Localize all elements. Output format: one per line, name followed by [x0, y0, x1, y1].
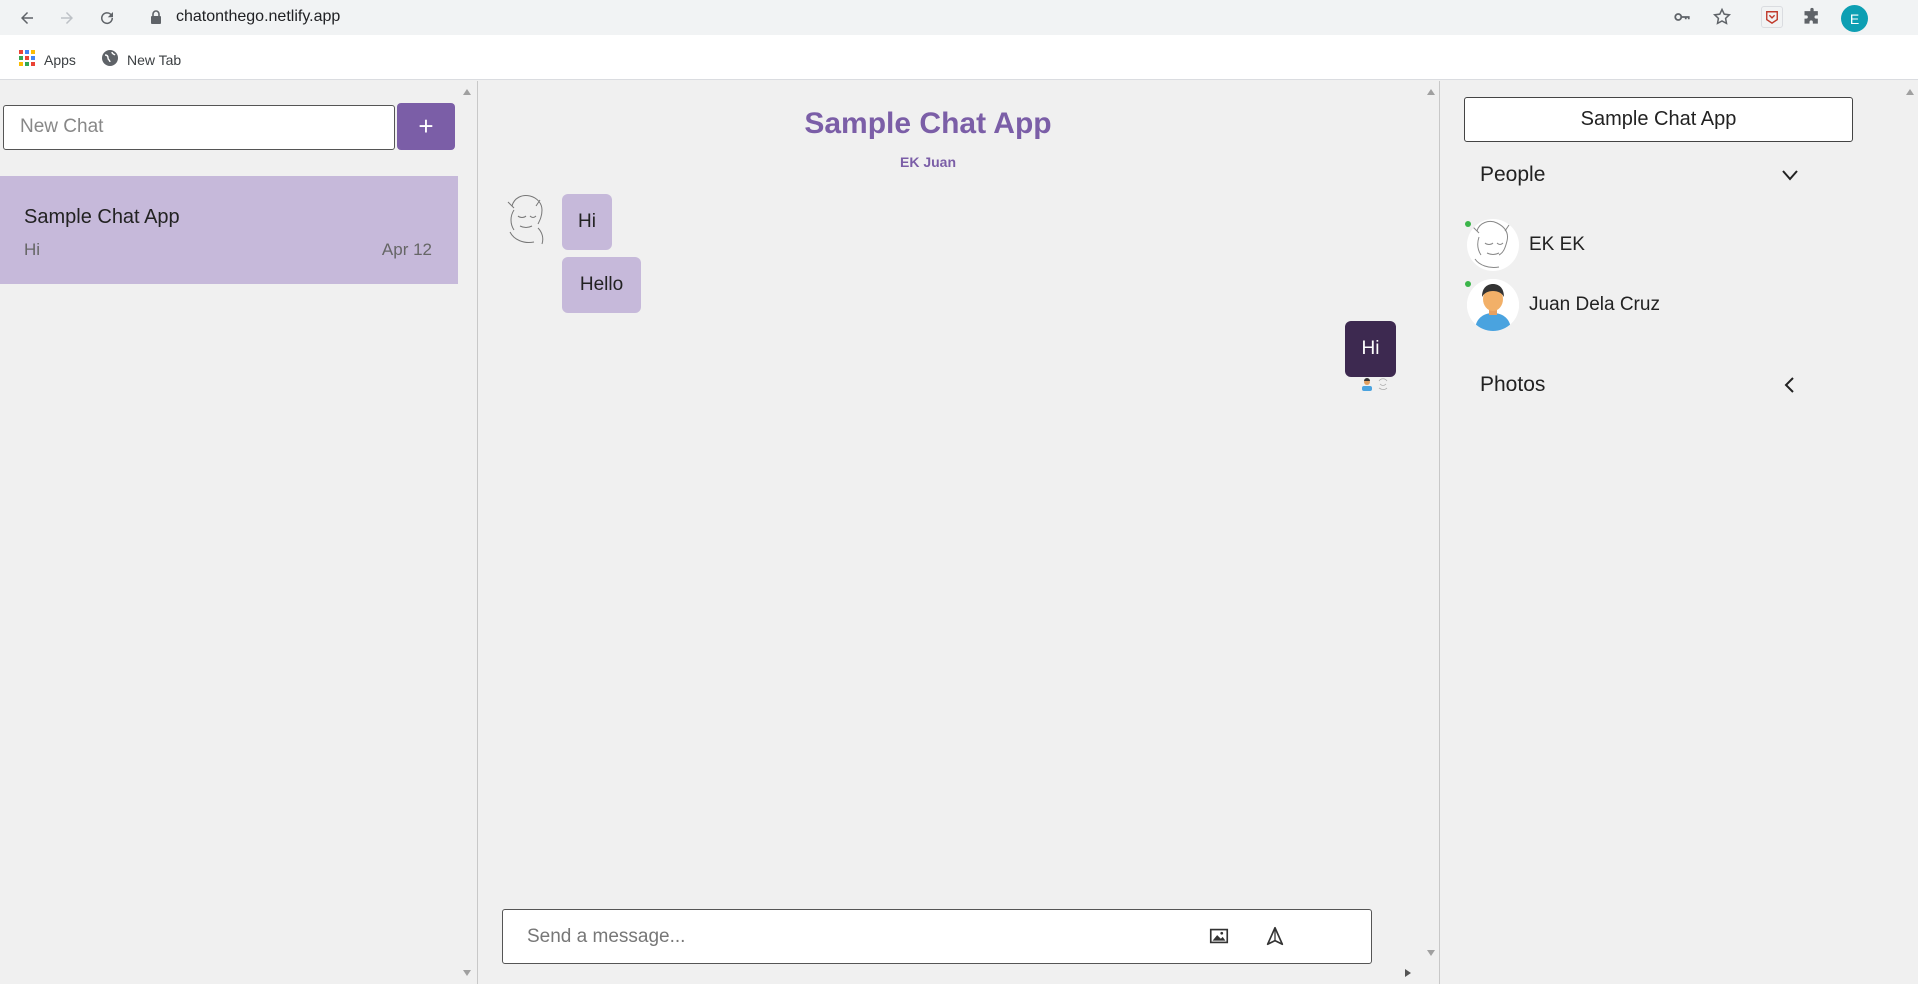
profile-avatar[interactable]: E: [1841, 5, 1868, 32]
person-row: EK EK: [1465, 219, 1585, 271]
back-icon[interactable]: [15, 6, 39, 30]
create-chat-button[interactable]: +: [397, 103, 455, 150]
bookmark-new-tab[interactable]: New Tab: [101, 49, 181, 70]
chat-settings-panel: Sample Chat App People EK EK Juan Dela C…: [1440, 81, 1918, 984]
sender-avatar: [500, 192, 552, 248]
scroll-up-arrow[interactable]: [1427, 89, 1435, 95]
chevron-down-icon[interactable]: [1780, 165, 1800, 185]
chat-feed-title: Sample Chat App: [804, 107, 1052, 140]
message-composer[interactable]: Send a message...: [502, 909, 1372, 964]
person-name: Juan Dela Cruz: [1529, 294, 1660, 315]
person-avatar: [1467, 279, 1519, 331]
chat-app: New Chat + Sample Chat App Hi Apr 12 Sam…: [0, 81, 1918, 984]
scroll-up-arrow[interactable]: [463, 89, 471, 95]
bookmark-apps[interactable]: Apps: [18, 49, 76, 70]
address-bar[interactable]: [138, 3, 1726, 32]
apps-grid-icon: [18, 49, 36, 70]
forward-icon[interactable]: [55, 6, 79, 30]
chat-list-item-last-message: Hi: [24, 240, 41, 259]
scroll-down-arrow[interactable]: [463, 970, 471, 976]
person-row: Juan Dela Cruz: [1465, 279, 1660, 331]
settings-chat-title: Sample Chat App: [1464, 97, 1853, 142]
browser-toolbar: chatonthego.netlify.app E: [0, 0, 1918, 35]
new-chat-input[interactable]: New Chat: [3, 105, 395, 150]
send-icon[interactable]: [1264, 925, 1288, 949]
chat-list-item-date: Apr 12: [381, 240, 432, 259]
chat-list-item-title: Sample Chat App: [24, 206, 180, 228]
message-bubble-incoming: Hi: [562, 194, 612, 250]
chevron-left-icon[interactable]: [1780, 375, 1800, 395]
message-input[interactable]: Send a message...: [527, 926, 685, 948]
star-icon[interactable]: [1711, 6, 1733, 28]
read-receipt-avatar-juan: [1362, 378, 1372, 391]
bookmark-apps-label: Apps: [44, 51, 76, 68]
people-section-header[interactable]: People: [1480, 163, 1545, 187]
person-name: EK EK: [1529, 234, 1585, 255]
scroll-up-arrow[interactable]: [1906, 89, 1914, 95]
scroll-right-arrow[interactable]: [1405, 969, 1411, 977]
read-receipts: [1360, 377, 1390, 391]
bookmarks-bar: Apps New Tab: [0, 35, 1918, 80]
chat-feed: Sample Chat App EK Juan Hi Hello Hi Send…: [478, 81, 1440, 984]
url-text[interactable]: chatonthego.netlify.app: [176, 8, 340, 26]
extensions-puzzle-icon[interactable]: [1801, 6, 1823, 28]
lock-icon: [150, 10, 162, 24]
message-bubble-outgoing: Hi: [1345, 321, 1396, 377]
chat-list-panel: New Chat + Sample Chat App Hi Apr 12: [0, 81, 478, 984]
message-bubble-incoming: Hello: [562, 257, 641, 313]
reload-icon[interactable]: [95, 6, 119, 30]
online-indicator: [1465, 281, 1471, 287]
photos-section-header[interactable]: Photos: [1480, 373, 1545, 397]
read-receipt-avatar-ek: [1378, 378, 1388, 390]
scroll-down-arrow[interactable]: [1427, 950, 1435, 956]
globe-icon: [101, 49, 119, 70]
chat-feed-members: EK Juan: [899, 154, 956, 170]
image-upload-icon[interactable]: [1208, 925, 1232, 949]
online-indicator: [1465, 221, 1471, 227]
chat-list-item[interactable]: Sample Chat App Hi Apr 12: [0, 176, 458, 284]
person-avatar: [1467, 219, 1519, 271]
bookmark-new-tab-label: New Tab: [127, 51, 182, 68]
extension-shield-icon[interactable]: [1761, 6, 1783, 28]
key-icon[interactable]: [1671, 6, 1693, 28]
